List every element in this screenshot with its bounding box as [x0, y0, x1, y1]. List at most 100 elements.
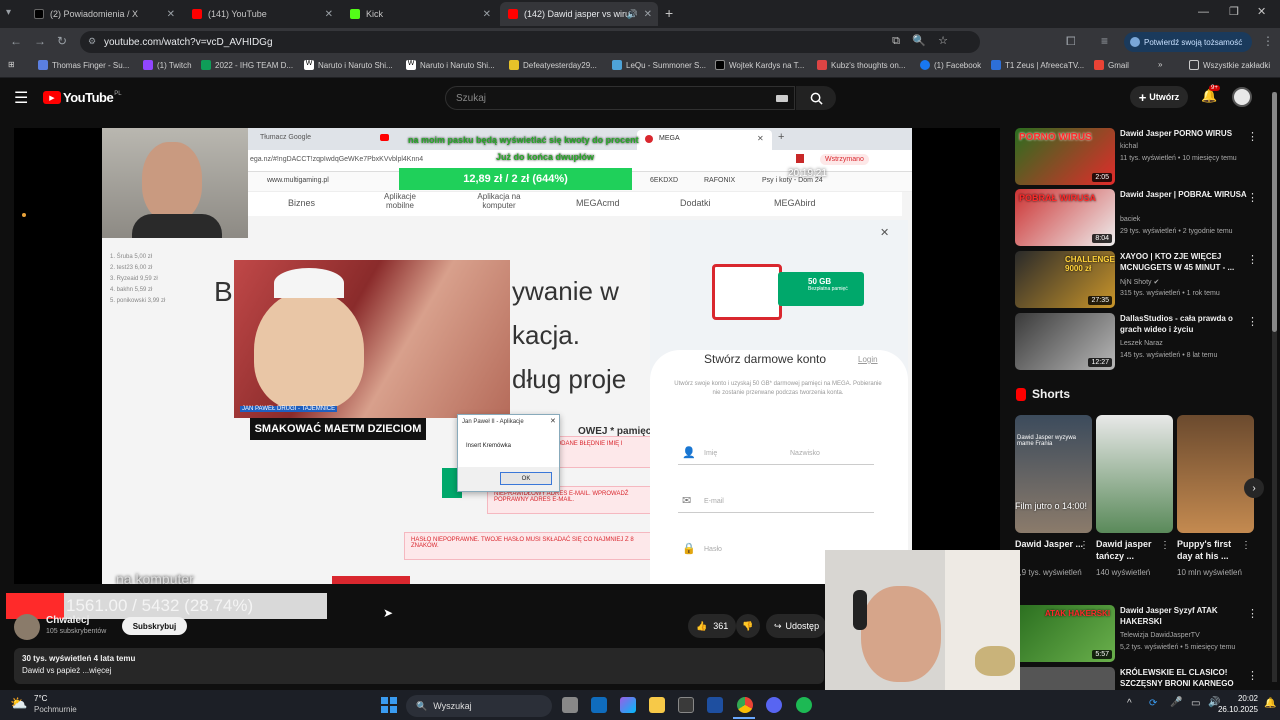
short-item[interactable]: [1096, 415, 1173, 533]
bookmark-item[interactable]: W Naruto i Naruto Shi...: [304, 60, 393, 70]
share-button[interactable]: ↪ Udostęp: [766, 614, 826, 638]
taskbar-search[interactable]: 🔍 Wyszukaj: [406, 695, 552, 717]
bookmark-item[interactable]: (1) Twitch: [143, 60, 192, 70]
more-options-icon[interactable]: ⋮: [1247, 607, 1258, 620]
bookmark-item[interactable]: Wojtek Kardys na T...: [715, 60, 804, 70]
search-button[interactable]: [796, 86, 836, 110]
short-title[interactable]: Dawid jasper tańczy ...: [1096, 538, 1166, 562]
clock-time[interactable]: 20:02: [1222, 694, 1258, 703]
bookmark-item[interactable]: T1 Zeus | AfreecaTV...: [991, 60, 1084, 70]
create-button[interactable]: + Utwórz: [1130, 86, 1188, 108]
tab-x[interactable]: (2) Powiadomienia / X ✕: [26, 2, 181, 26]
back-icon[interactable]: ←: [10, 34, 22, 48]
recommended-video[interactable]: ATAK HAKERSKI 5:57 Dawid Jasper Syzyf AT…: [1015, 605, 1265, 663]
channel-avatar[interactable]: [14, 614, 40, 640]
bookmark-item[interactable]: (1) Facebook: [920, 60, 981, 70]
youtube-logo[interactable]: ▶ YouTube PL: [43, 90, 122, 105]
speaker-icon[interactable]: 🔊: [627, 9, 638, 20]
tab-search-icon[interactable]: ▾: [6, 7, 11, 18]
scrollbar[interactable]: [1272, 92, 1277, 682]
chrome-icon[interactable]: [737, 697, 753, 713]
task-view-icon[interactable]: [562, 697, 578, 713]
bookmark-item[interactable]: Kubz's thoughts on...: [817, 60, 905, 70]
extensions-icon[interactable]: ⧠: [1066, 34, 1076, 49]
browser-menu-icon[interactable]: ⋮: [1262, 34, 1274, 48]
bookmarks-overflow-icon[interactable]: »: [1158, 60, 1162, 69]
bookmark-item[interactable]: Thomas Finger - Su...: [38, 60, 129, 70]
reload-icon[interactable]: ↻: [57, 34, 67, 48]
chevron-up-icon[interactable]: ^: [1127, 698, 1132, 709]
subscribe-button[interactable]: Subskrybuj: [122, 617, 187, 635]
close-icon[interactable]: ✕: [167, 9, 175, 20]
channel-name[interactable]: Chwalecj: [46, 615, 89, 626]
bookmark-star-icon[interactable]: ☆: [938, 34, 948, 47]
windows-start-icon[interactable]: [381, 697, 397, 713]
bookmark-item[interactable]: 2022 - IHG TEAM D...: [201, 60, 293, 70]
copilot-icon[interactable]: [620, 697, 636, 713]
recommended-video[interactable]: CHALLENGE 9000 zł 27:35 XAYOO | KTO ZJE …: [1015, 251, 1265, 309]
description-box[interactable]: 30 tys. wyświetleń 4 lata temu Dawid vs …: [14, 648, 824, 684]
forward-icon[interactable]: →: [34, 34, 46, 48]
bookmark-item[interactable]: Defeatyesterday29...: [509, 60, 597, 70]
apps-grid-icon[interactable]: ⊞: [8, 60, 15, 69]
close-icon[interactable]: ✕: [483, 9, 491, 20]
discord-icon[interactable]: [766, 697, 782, 713]
weather-icon[interactable]: ⛅: [10, 695, 27, 712]
chevron-right-icon[interactable]: ›: [1244, 478, 1264, 498]
identity-button[interactable]: Potwierdź swoją tożsamość: [1124, 32, 1252, 52]
clock-date[interactable]: 26.10.2025: [1214, 705, 1258, 714]
more-options-icon[interactable]: ⋮: [1160, 540, 1170, 551]
recommended-video[interactable]: 12:27 DallasStudios - cała prawda o grac…: [1015, 313, 1265, 371]
notification-icon[interactable]: 🔔: [1264, 698, 1276, 709]
scrollbar-thumb[interactable]: [1272, 92, 1277, 332]
dislike-button[interactable]: 👎: [736, 614, 760, 638]
error-password: HASŁO NIEPOPRAWNE. TWOJE HASŁO MUSI SKŁA…: [404, 532, 662, 560]
more-options-icon[interactable]: ⋮: [1247, 191, 1258, 204]
more-options-icon[interactable]: ⋮: [1247, 669, 1258, 682]
short-item[interactable]: Dawid Jasper wyzywa mame Frania Film jut…: [1015, 415, 1092, 533]
search-input[interactable]: Szukaj: [445, 86, 795, 110]
short-item[interactable]: [1177, 415, 1254, 533]
keyboard-icon[interactable]: [776, 95, 788, 102]
recommended-video[interactable]: POBRAŁ WIRUSA 8:04 Dawid Jasper | POBRAŁ…: [1015, 189, 1265, 247]
more-options-icon[interactable]: ⋮: [1079, 540, 1089, 551]
tab-youtube[interactable]: (141) YouTube ✕: [184, 2, 339, 26]
tab-active-video[interactable]: (142) Dawid jasper vs wiru 🔊 ✕: [500, 2, 658, 26]
sync-icon[interactable]: ⟳: [1149, 698, 1157, 709]
spotify-icon[interactable]: [796, 697, 812, 713]
bookmark-item[interactable]: LeQu - Summoner S...: [612, 60, 706, 70]
maximize-icon[interactable]: ❐: [1229, 5, 1239, 18]
bookmark-item[interactable]: Gmail: [1094, 60, 1129, 70]
window-close-icon[interactable]: ✕: [1257, 5, 1266, 18]
new-tab-icon[interactable]: +: [665, 5, 673, 21]
like-button[interactable]: 👍 361: [688, 614, 736, 638]
more-options-icon[interactable]: ⋮: [1247, 315, 1258, 328]
hamburger-menu-icon[interactable]: ☰: [14, 88, 28, 108]
outlook-icon[interactable]: [591, 697, 607, 713]
avatar[interactable]: [1232, 87, 1252, 107]
recommended-video[interactable]: KRÓLEWSKIE EL CLASICO! SZCZĘSNY BRONI KA…: [1015, 667, 1265, 690]
recommended-video[interactable]: PORNO WIRUS 2:05 Dawid Jasper PORNO WIRU…: [1015, 128, 1265, 186]
more-options-icon[interactable]: ⋮: [1247, 253, 1258, 266]
bookmark-item[interactable]: W Naruto i Naruto Shi...: [406, 60, 495, 70]
tab-kick[interactable]: Kick ✕: [342, 2, 497, 26]
microphone-icon[interactable]: 🎤: [1170, 697, 1182, 708]
minimize-icon[interactable]: —: [1198, 6, 1209, 18]
close-icon[interactable]: ✕: [644, 9, 652, 20]
close-icon[interactable]: ✕: [325, 9, 333, 20]
more-options-icon[interactable]: ⋮: [1247, 130, 1258, 143]
url-field[interactable]: ⚙ youtube.com/watch?v=vcD_AVHIDGg ⧉ 🔍 ☆: [80, 31, 980, 53]
short-title[interactable]: Puppy's first day at his ...: [1177, 538, 1247, 562]
file-explorer-icon[interactable]: [649, 697, 665, 713]
all-bookmarks[interactable]: Wszystkie zakładki: [1189, 60, 1270, 70]
video-player[interactable]: Tłumacz Google MEGA ✕ + ega.nz/#!ngDACCT…: [14, 128, 1000, 584]
app-icon[interactable]: [707, 697, 723, 713]
cast-icon[interactable]: ⧉: [892, 35, 900, 48]
more-options-icon[interactable]: ⋮: [1241, 540, 1251, 551]
site-info-icon[interactable]: ⚙: [88, 36, 96, 47]
store-icon[interactable]: [678, 697, 694, 713]
network-icon[interactable]: ▭: [1191, 698, 1200, 709]
zoom-icon[interactable]: 🔍: [912, 34, 926, 47]
reading-list-icon[interactable]: ≡: [1101, 34, 1108, 48]
short-title[interactable]: Dawid Jasper ...: [1015, 538, 1085, 550]
